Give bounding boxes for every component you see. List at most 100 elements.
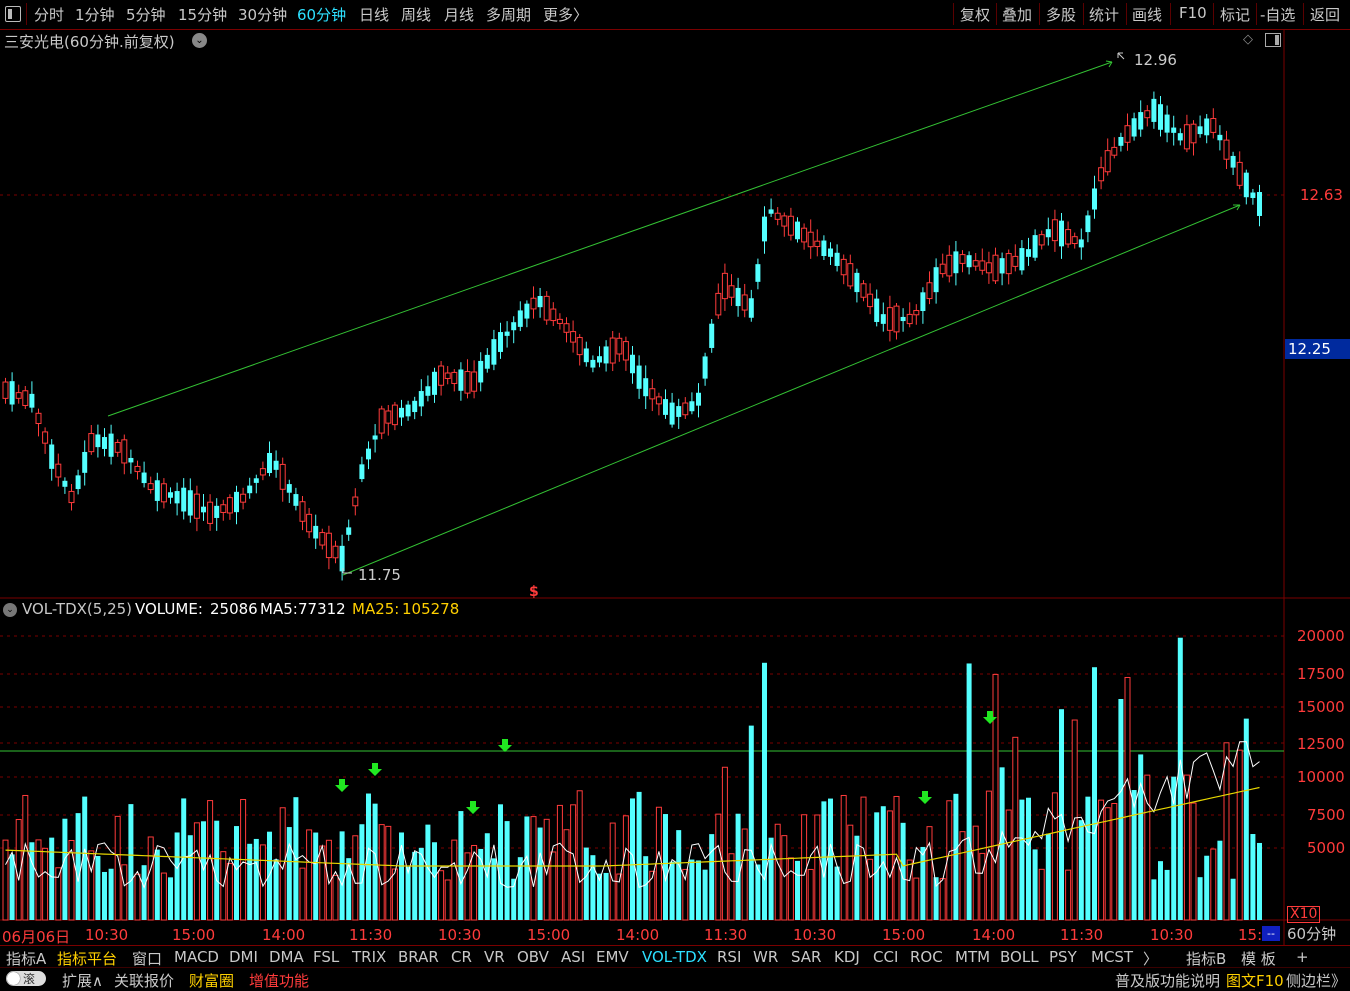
candle-body: [187, 490, 193, 516]
collapse-indicator-icon[interactable]: ⌄: [3, 603, 17, 617]
period-tab-fenshi[interactable]: 分时: [34, 4, 64, 25]
indicator-vr[interactable]: VR: [484, 948, 505, 966]
f10-graphic-link[interactable]: 图文F10: [1226, 970, 1284, 991]
candle-body: [774, 212, 781, 220]
volume-bar: [979, 852, 986, 921]
candle-body: [893, 305, 900, 333]
volume-bar: [432, 842, 437, 920]
overlay-button[interactable]: 叠加: [1002, 4, 1032, 25]
candle-body: [273, 460, 279, 470]
period-tab-30min[interactable]: 30分钟: [238, 4, 287, 25]
volume-bar: [992, 673, 999, 921]
indicator-cr[interactable]: CR: [451, 948, 472, 966]
indicator-emv[interactable]: EMV: [596, 948, 629, 966]
statistics-button[interactable]: 统计: [1089, 4, 1119, 25]
period-box[interactable]: 60分钟: [1287, 923, 1336, 944]
indicator-boll[interactable]: BOLL: [1000, 948, 1039, 966]
edition-notes-link[interactable]: 普及版功能说明: [1115, 970, 1220, 991]
self-select-button[interactable]: -自选: [1260, 4, 1295, 25]
sidebar-toggle-icon[interactable]: [5, 6, 21, 22]
indicator-platform-tab[interactable]: 指标平台: [57, 948, 117, 969]
indicator-sar[interactable]: SAR: [791, 948, 821, 966]
expand-button[interactable]: 扩展∧: [62, 970, 103, 991]
indicator-dma[interactable]: DMA: [269, 948, 304, 966]
volume-bar: [187, 835, 193, 920]
ma5-value: 77312: [298, 600, 346, 618]
period-tab-15min[interactable]: 15分钟: [178, 4, 227, 25]
sidebar-link[interactable]: 侧边栏》: [1286, 970, 1346, 991]
candle-body: [537, 296, 543, 308]
volume-bar: [253, 838, 259, 920]
back-button[interactable]: 返回: [1310, 4, 1340, 25]
candle-body: [1164, 114, 1170, 133]
value-added-button[interactable]: 增值功能: [249, 970, 309, 991]
indicator-mcst[interactable]: MCST: [1091, 948, 1133, 966]
indicator-vol-tdx[interactable]: VOL-TDX: [642, 948, 707, 966]
multi-stock-button[interactable]: 多股: [1046, 4, 1076, 25]
indicator-rsi[interactable]: RSI: [717, 948, 741, 966]
candle-body: [29, 393, 35, 408]
ma5-label: MA5:: [260, 600, 298, 618]
indicator-dmi[interactable]: DMI: [229, 948, 258, 966]
related-quote-button[interactable]: 关联报价: [114, 970, 174, 991]
candle-body: [201, 506, 206, 513]
wealth-circle-button[interactable]: 财富圈: [189, 970, 234, 991]
indicator-brar[interactable]: BRAR: [398, 948, 439, 966]
period-tab-more[interactable]: 更多〉: [543, 4, 588, 25]
volume-bar: [1005, 809, 1012, 921]
period-tab-60min[interactable]: 60分钟: [297, 4, 346, 25]
time-label: 11:30: [1060, 926, 1104, 944]
candle-body: [299, 501, 306, 522]
volume-bar: [762, 662, 767, 920]
volume-bar: [913, 877, 920, 921]
candle-body: [95, 434, 101, 448]
volume-bar: [860, 796, 867, 921]
volume-bar: [715, 813, 722, 921]
indicator-cci[interactable]: CCI: [873, 948, 898, 966]
indicator-mtm[interactable]: MTM: [955, 948, 990, 966]
indicator-more-button[interactable]: 〉: [1143, 948, 1158, 969]
period-tab-week[interactable]: 周线: [401, 4, 431, 25]
mark-button[interactable]: 标记: [1220, 4, 1250, 25]
draw-line-button[interactable]: 画线: [1132, 4, 1162, 25]
scroll-toggle[interactable]: 滚: [6, 971, 46, 986]
period-tab-multi[interactable]: 多周期: [486, 4, 531, 25]
volume-bar: [306, 829, 313, 921]
indicator-obv[interactable]: OBV: [517, 948, 549, 966]
volume-bar: [108, 868, 114, 920]
indicator-kdj[interactable]: KDJ: [834, 948, 860, 966]
template-tab[interactable]: 模 板: [1241, 948, 1276, 969]
candle-body: [636, 365, 642, 389]
indicator-b-tab[interactable]: 指标B: [1186, 948, 1226, 969]
scroll-end-box[interactable]: --: [1262, 926, 1280, 941]
candle-body: [160, 483, 167, 503]
f10-button[interactable]: F10: [1179, 4, 1207, 22]
candle-body: [953, 251, 959, 274]
candle-body: [530, 297, 537, 310]
indicator-roc[interactable]: ROC: [910, 948, 943, 966]
volume-bar: [62, 818, 68, 920]
indicator-psy[interactable]: PSY: [1049, 948, 1077, 966]
period-tab-month[interactable]: 月线: [444, 4, 474, 25]
candle-body: [193, 493, 200, 519]
period-tab-1min[interactable]: 1分钟: [75, 4, 115, 25]
indicator-macd[interactable]: MACD: [174, 948, 219, 966]
indicator-asi[interactable]: ASI: [561, 948, 585, 966]
indicator-trix[interactable]: TRIX: [352, 948, 386, 966]
indicator-wr[interactable]: WR: [753, 948, 778, 966]
candle-body: [207, 501, 214, 524]
window-tab[interactable]: 窗口: [132, 948, 162, 969]
candle-body: [900, 316, 906, 322]
candle-body: [517, 310, 523, 327]
volume-bar: [1104, 807, 1111, 921]
candle-body: [444, 372, 451, 379]
fuquan-button[interactable]: 复权: [960, 4, 990, 25]
add-indicator-button[interactable]: +: [1296, 948, 1309, 966]
indicator-a-tab[interactable]: 指标A: [6, 948, 46, 969]
candle-body: [121, 439, 128, 464]
period-tab-day[interactable]: 日线: [359, 4, 389, 25]
volume-bar: [774, 823, 781, 921]
volume-bar: [1032, 849, 1038, 920]
period-tab-5min[interactable]: 5分钟: [126, 4, 166, 25]
indicator-fsl[interactable]: FSL: [313, 948, 339, 966]
